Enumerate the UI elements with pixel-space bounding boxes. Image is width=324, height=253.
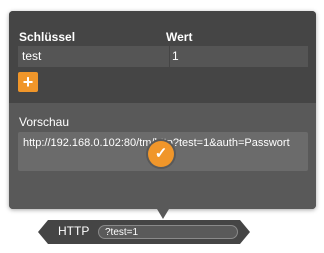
column-divider [169, 46, 170, 67]
confirm-button[interactable]: ✓ [148, 141, 174, 167]
add-param-button[interactable]: + [18, 72, 38, 92]
params-section: Schlüssel Wert test 1 + [9, 11, 316, 103]
http-node[interactable]: HTTP ?test=1 [38, 220, 250, 244]
popup-pointer [157, 209, 169, 219]
node-type-label: HTTP [58, 224, 90, 238]
param-row[interactable]: test 1 [18, 46, 308, 67]
preview-label: Vorschau [19, 115, 70, 129]
http-params-popup: Schlüssel Wert test 1 + Vorschau http://… [9, 11, 316, 209]
plus-icon: + [22, 72, 34, 92]
query-field[interactable]: ?test=1 [98, 225, 238, 239]
param-key-cell[interactable]: test [22, 46, 41, 67]
key-column-header: Schlüssel [19, 30, 76, 44]
checkmark-icon: ✓ [154, 145, 168, 162]
param-value-cell[interactable]: 1 [172, 46, 179, 67]
value-column-header: Wert [166, 30, 193, 44]
